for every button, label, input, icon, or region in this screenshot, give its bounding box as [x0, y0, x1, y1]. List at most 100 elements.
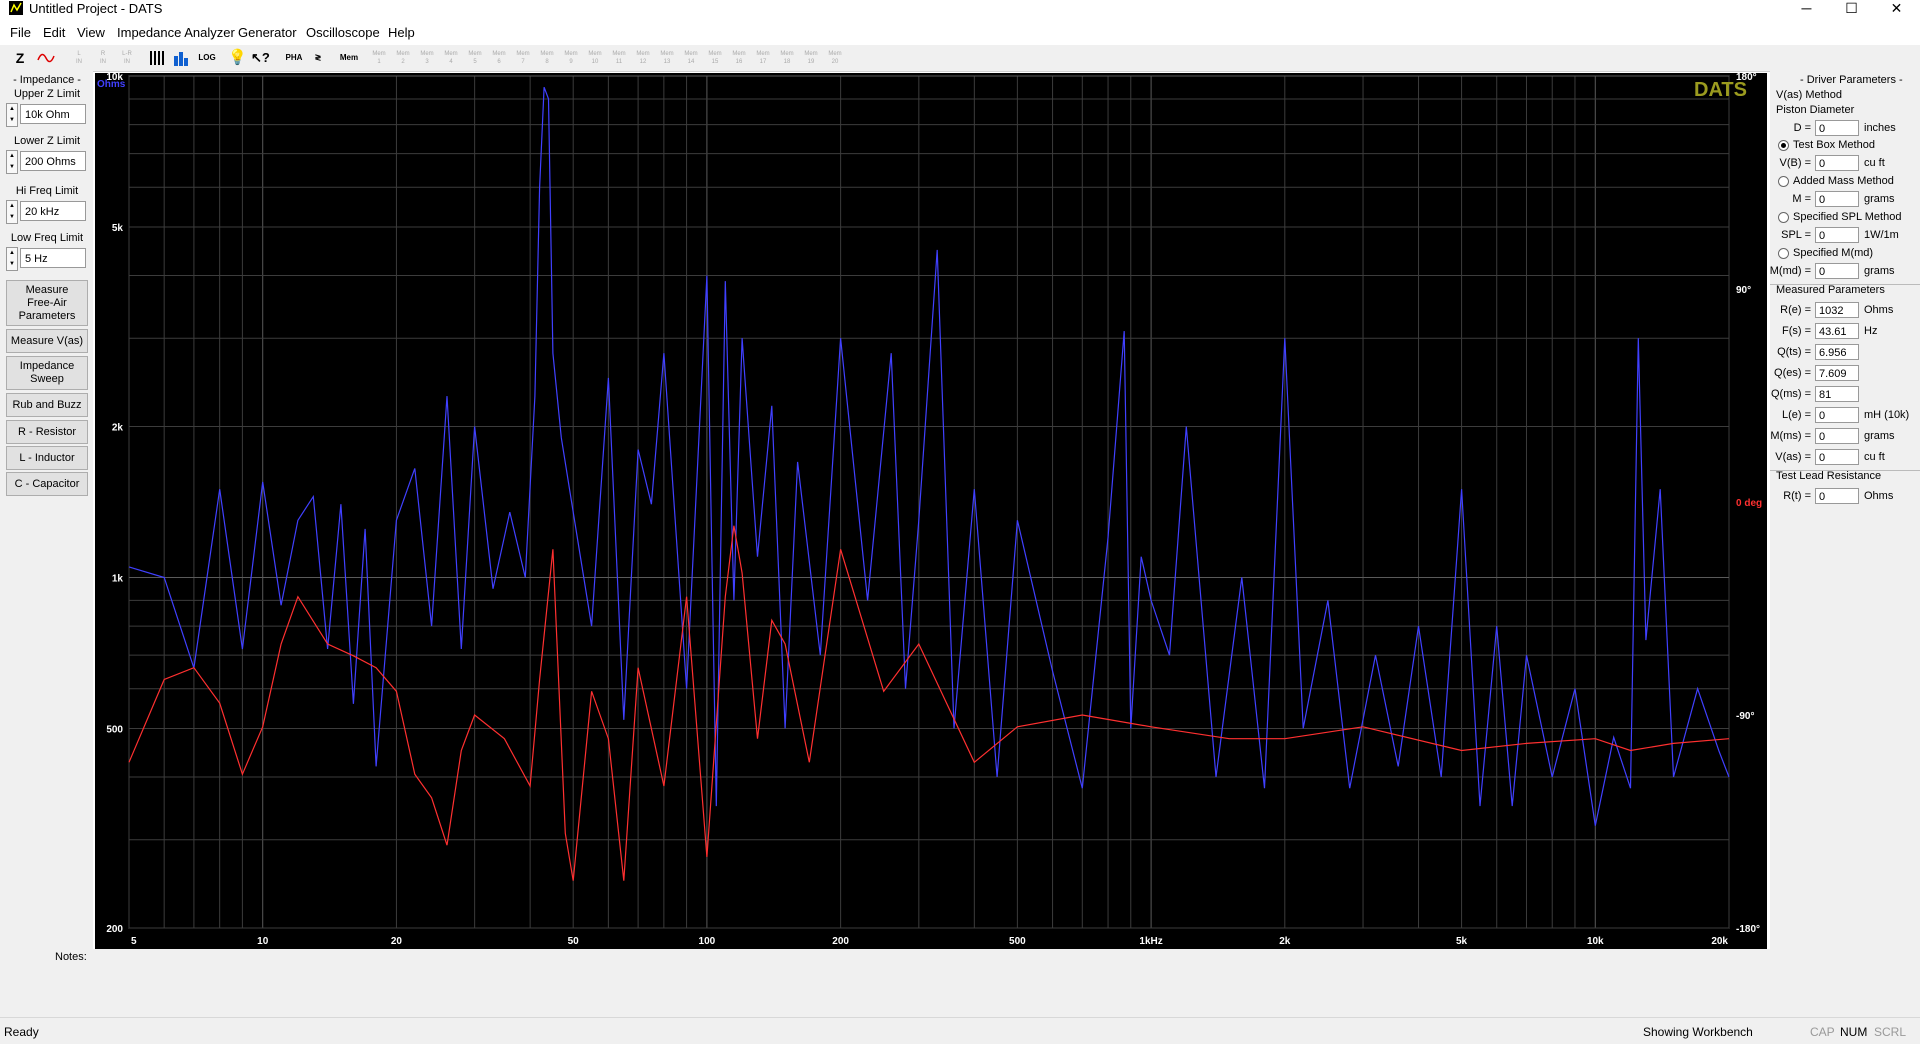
- qts-row: Q(ts) = 6.956: [1770, 344, 1920, 361]
- qms-row: Q(ms) = 81: [1770, 386, 1920, 403]
- log-scale-icon[interactable]: LOG: [196, 48, 218, 68]
- right-tick-label: -90°: [1736, 711, 1754, 722]
- vas-unit: cu ft: [1864, 451, 1885, 463]
- re-label: R(e) =: [1780, 304, 1811, 316]
- impedance-view-button[interactable]: Z: [12, 48, 28, 68]
- specified-spl-radio[interactable]: [1778, 212, 1789, 223]
- bar-graph-icon[interactable]: [172, 48, 190, 68]
- re-unit: Ohms: [1864, 304, 1894, 316]
- scale-icon[interactable]: ≷: [308, 48, 328, 68]
- x-tick-label: 20k: [1711, 936, 1728, 947]
- spin-arrows-icon[interactable]: ▲ ▼: [6, 247, 18, 271]
- m-label: M =: [1792, 193, 1811, 205]
- spl-input[interactable]: 0: [1815, 227, 1859, 243]
- menu-edit[interactable]: Edit: [43, 25, 65, 40]
- hi-freq-spinner[interactable]: ▲ ▼ 20 kHz: [6, 200, 88, 224]
- d-input[interactable]: 0: [1815, 120, 1859, 136]
- disabled-tool-icon: L IN: [76, 51, 82, 65]
- m-unit: grams: [1864, 193, 1895, 205]
- memory-slot-icon: Mem 4: [444, 51, 458, 65]
- rt-unit: Ohms: [1864, 490, 1894, 502]
- spin-arrows-icon[interactable]: ▲ ▼: [6, 103, 18, 127]
- help-pointer-icon[interactable]: ↖?: [251, 48, 270, 68]
- vb-unit: cu ft: [1864, 157, 1885, 169]
- qts-label: Q(ts) =: [1777, 346, 1811, 358]
- close-button[interactable]: ✕: [1874, 0, 1919, 17]
- m-row: M = 0 grams: [1770, 191, 1920, 208]
- memory-slot-icon: Mem 11: [612, 51, 626, 65]
- low-freq-spinner[interactable]: ▲ ▼ 5 Hz: [6, 247, 88, 271]
- upper-z-value[interactable]: 10k Ohm: [20, 104, 86, 124]
- capacitor-button[interactable]: C - Capacitor: [6, 472, 88, 496]
- dats-watermark: DATS: [1694, 79, 1747, 101]
- hi-freq-value[interactable]: 20 kHz: [20, 201, 86, 221]
- status-scrl: SCRL: [1874, 1025, 1907, 1039]
- re-value: 1032: [1815, 302, 1859, 318]
- qts-value: 6.956: [1815, 344, 1859, 360]
- measure-free-air-button[interactable]: Measure Free-Air Parameters: [6, 280, 88, 326]
- driver-parameters-heading: - Driver Parameters -: [1800, 74, 1903, 86]
- m-input[interactable]: 0: [1815, 191, 1859, 207]
- menu-generator[interactable]: Generator: [238, 25, 297, 40]
- right-tick-label: -180°: [1736, 924, 1760, 935]
- fs-label: F(s) =: [1781, 325, 1811, 337]
- phase-button[interactable]: PHA: [283, 48, 305, 68]
- lower-z-value[interactable]: 200 Ohms: [20, 151, 86, 171]
- mmd-input[interactable]: 0: [1815, 263, 1859, 279]
- spl-unit: 1W/1m: [1864, 229, 1899, 241]
- test-box-radio[interactable]: [1778, 140, 1789, 151]
- spin-arrows-icon[interactable]: ▲ ▼: [6, 200, 18, 224]
- le-unit: mH (10k): [1864, 409, 1910, 421]
- le-value: 0: [1815, 407, 1859, 423]
- x-tick-label: 200: [832, 936, 849, 947]
- memory-slot-icon: Mem 9: [564, 51, 578, 65]
- status-cap: CAP: [1810, 1025, 1835, 1039]
- menu-file[interactable]: File: [10, 25, 31, 40]
- inductor-button[interactable]: L - Inductor: [6, 446, 88, 470]
- mms-label: M(ms) =: [1770, 430, 1811, 442]
- minimize-button[interactable]: ─: [1784, 0, 1829, 17]
- grid-lines-icon[interactable]: [148, 48, 166, 68]
- test-box-label: Test Box Method: [1793, 139, 1875, 151]
- added-mass-radio[interactable]: [1778, 176, 1789, 187]
- qes-row: Q(es) = 7.609: [1770, 365, 1920, 382]
- menu-help[interactable]: Help: [388, 25, 415, 40]
- measured-parameters-heading: Measured Parameters: [1776, 284, 1885, 296]
- measure-vas-button[interactable]: Measure V(as): [6, 329, 88, 353]
- spin-arrows-icon[interactable]: ▲ ▼: [6, 150, 18, 174]
- resistor-button[interactable]: R - Resistor: [6, 420, 88, 444]
- lightbulb-icon[interactable]: 💡: [228, 48, 247, 68]
- button-label-line: Free-Air: [27, 296, 67, 309]
- upper-z-spinner[interactable]: ▲ ▼ 10k Ohm: [6, 103, 88, 127]
- memory-slot-icon: Mem 2: [396, 51, 410, 65]
- phase-wave-icon[interactable]: [36, 48, 56, 68]
- memory-slot-icon: Mem 14: [684, 51, 698, 65]
- spl-label: SPL =: [1781, 229, 1811, 241]
- fs-value: 43.61: [1815, 323, 1859, 339]
- vb-input[interactable]: 0: [1815, 155, 1859, 171]
- low-freq-label: Low Freq Limit: [10, 232, 84, 244]
- rub-and-buzz-button[interactable]: Rub and Buzz: [6, 393, 88, 417]
- right-tick-label: 0 deg: [1736, 498, 1762, 509]
- lower-z-spinner[interactable]: ▲ ▼ 200 Ohms: [6, 150, 88, 174]
- rt-input[interactable]: 0: [1815, 488, 1859, 504]
- memory-slot-icon: Mem 8: [540, 51, 554, 65]
- memory-button[interactable]: Mem: [338, 48, 360, 68]
- menu-impedance-analyzer[interactable]: Impedance Analyzer: [117, 25, 235, 40]
- impedance-sweep-button[interactable]: Impedance Sweep: [6, 356, 88, 390]
- maximize-button[interactable]: ☐: [1829, 0, 1874, 17]
- impedance-phase-plot[interactable]: Ohms 10k 5k 2k 1k 500 200 180° 90° 0 deg -90° -180°…: [95, 72, 1767, 949]
- disabled-tool-icon: R IN: [100, 51, 106, 65]
- low-freq-value[interactable]: 5 Hz: [20, 248, 86, 268]
- menu-oscilloscope[interactable]: Oscilloscope: [306, 25, 380, 40]
- menu-view[interactable]: View: [77, 25, 105, 40]
- notes-label: Notes:: [55, 951, 87, 963]
- rt-row: R(t) = 0 Ohms: [1770, 488, 1920, 505]
- specified-mmd-radio[interactable]: [1778, 248, 1789, 259]
- rt-label: R(t) =: [1783, 490, 1811, 502]
- spl-row: SPL = 0 1W/1m: [1770, 227, 1920, 244]
- plot-frame: [128, 75, 1730, 929]
- le-row: L(e) = 0 mH (10k): [1770, 407, 1920, 424]
- button-label-line: Sweep: [30, 373, 64, 385]
- notes-area[interactable]: [0, 949, 1920, 1017]
